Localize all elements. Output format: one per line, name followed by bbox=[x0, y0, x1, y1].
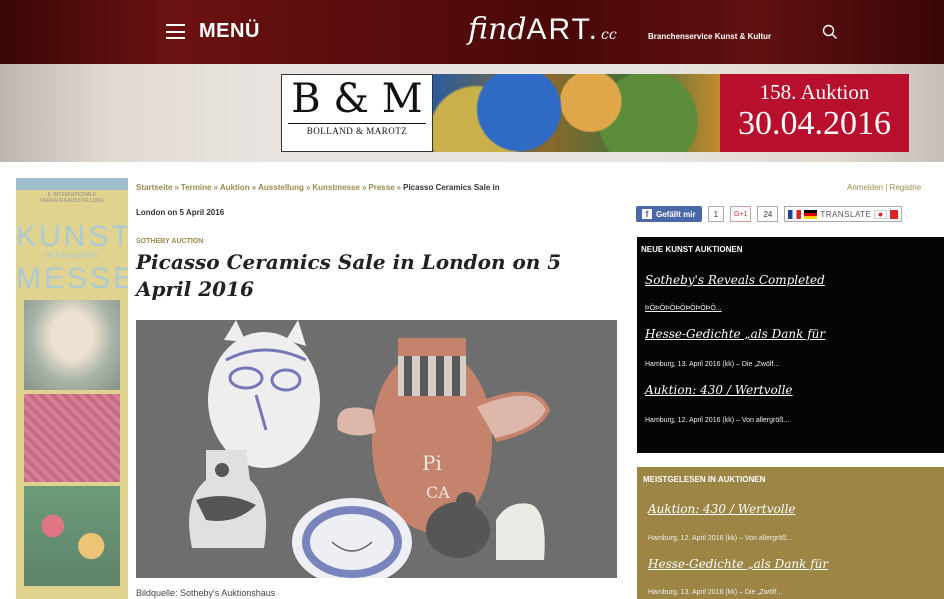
ad-date-panel: 158. Auktion 30.04.2016 bbox=[720, 74, 909, 152]
box1-garbled-link[interactable]: ÞÖÞÖÞÖÞÖÞÖÞÖÞÖ... bbox=[645, 305, 722, 312]
facebook-like-label: Gefällt mir bbox=[656, 209, 696, 219]
french-flag-icon bbox=[788, 209, 802, 219]
top-navigation-bar: MENÜ find ART. cc Branchenservice Kunst … bbox=[0, 0, 944, 64]
breadcrumb-auktion[interactable]: Auktion bbox=[220, 183, 250, 192]
facebook-like-count: 1 bbox=[707, 206, 725, 222]
article-photo: Pi CA bbox=[136, 320, 617, 578]
box1-link-3[interactable]: Auktion: 430 / Wertvolle bbox=[645, 383, 793, 397]
breadcrumb-ausstellung[interactable]: Ausstellung bbox=[258, 183, 304, 192]
menu-button[interactable]: MENÜ bbox=[166, 20, 260, 43]
box1-meta-2: Hamburg, 13. April 2016 (kk) – Die „Zwöl… bbox=[645, 361, 780, 368]
menu-label: MENÜ bbox=[199, 20, 260, 42]
login-link[interactable]: Anmelden bbox=[847, 183, 883, 192]
china-flag-icon bbox=[890, 209, 899, 219]
breadcrumb-separator: » bbox=[213, 183, 218, 192]
box2-meta-2: Hamburg, 13. April 2016 (kk) – Die „Zwöl… bbox=[648, 589, 783, 596]
hamburger-icon bbox=[166, 24, 185, 39]
breadcrumb-termine[interactable]: Termine bbox=[181, 183, 212, 192]
breadcrumb-separator: » bbox=[174, 183, 179, 192]
register-link[interactable]: Registrie bbox=[890, 183, 922, 192]
photo-caption: Bildquelle: Sotheby's Auktionshaus bbox=[136, 588, 276, 598]
breadcrumb-startseite[interactable]: Startseite bbox=[136, 183, 172, 192]
breadcrumb-presse[interactable]: Presse bbox=[368, 183, 394, 192]
box2-link-1[interactable]: Auktion: 430 / Wertvolle bbox=[648, 502, 796, 516]
search-icon[interactable] bbox=[822, 24, 838, 40]
site-tagline: Branchenservice Kunst & Kultur bbox=[648, 32, 772, 41]
breadcrumb-separator: » bbox=[251, 183, 257, 192]
ad-brand-logo: B & M BOLLAND & MAROTZ bbox=[281, 74, 433, 152]
ad-painting-image bbox=[433, 74, 720, 152]
breadcrumb-separator: » bbox=[396, 183, 402, 192]
breadcrumb-separator: » bbox=[305, 183, 311, 192]
most-read-auctions-box: MEISTGELESEN IN AUKTIONEN Auktion: 430 /… bbox=[637, 467, 944, 599]
gplus-count: 24 bbox=[757, 206, 779, 222]
article-category[interactable]: SOTHEBY AUCTION bbox=[136, 238, 203, 245]
ad-brand: B & M bbox=[291, 76, 423, 122]
user-links: Anmelden | Registrie bbox=[847, 183, 921, 192]
picasso-ceramics-image: Pi CA bbox=[136, 320, 617, 578]
sidebar-ad-overlay bbox=[16, 178, 128, 599]
auction-banner-ad[interactable]: B & M BOLLAND & MAROTZ 158. Auktion 30.0… bbox=[281, 74, 909, 152]
translate-widget[interactable]: TRANSLATE bbox=[784, 206, 903, 222]
ad-auction-number: 158. Auktion bbox=[759, 80, 870, 104]
kunstmesse-sidebar-ad[interactable]: 8. INTERNATIONALE VERKAUFSAUSSTELLUNG KU… bbox=[16, 178, 128, 599]
breadcrumb-current: Picasso Ceramics Sale in bbox=[403, 183, 500, 192]
logo-cc-text: cc bbox=[601, 27, 617, 43]
breadcrumb-current-continued: London on 5 April 2016 bbox=[136, 208, 225, 217]
box2-title: MEISTGELESEN IN AUKTIONEN bbox=[643, 475, 766, 484]
box1-meta-3: Hamburg, 12. April 2016 (kk) – Von aller… bbox=[645, 417, 790, 424]
social-share-bar: f Gefällt mir 1 G+1 24 TRANSLATE bbox=[636, 205, 903, 223]
facebook-like-button[interactable]: f Gefällt mir bbox=[636, 206, 702, 222]
article-title: Picasso Ceramics Sale in London on 5 Apr… bbox=[136, 250, 562, 301]
box1-title: NEUE KUNST AUKTIONEN bbox=[641, 245, 743, 254]
gplus-button[interactable]: G+1 bbox=[730, 206, 752, 222]
box1-link-1[interactable]: Sotheby's Reveals Completed bbox=[645, 273, 825, 287]
user-links-divider: | bbox=[885, 183, 888, 192]
logo-find-text: find bbox=[468, 12, 527, 47]
german-flag-icon bbox=[804, 209, 818, 219]
translate-label: TRANSLATE bbox=[820, 209, 872, 219]
breadcrumb-separator: » bbox=[361, 183, 367, 192]
breadcrumb-kunstmesse[interactable]: Kunstmesse bbox=[312, 183, 360, 192]
ad-brand-sub: BOLLAND & MAROTZ bbox=[288, 123, 426, 136]
facebook-icon: f bbox=[642, 209, 652, 219]
site-logo[interactable]: find ART. cc bbox=[468, 12, 617, 47]
new-art-auctions-box: NEUE KUNST AUKTIONEN Sotheby's Reveals C… bbox=[637, 237, 944, 453]
korean-flag-icon bbox=[874, 209, 888, 219]
box2-link-2[interactable]: Hesse-Gedichte „als Dank für bbox=[648, 557, 828, 571]
box1-link-2[interactable]: Hesse-Gedichte „als Dank für bbox=[645, 327, 825, 341]
box2-meta-1: Hamburg, 12. April 2016 (kk) – Von aller… bbox=[648, 535, 793, 542]
logo-art-text: ART. bbox=[526, 13, 600, 46]
ad-auction-date: 30.04.2016 bbox=[738, 105, 891, 142]
breadcrumb: Startseite» Termine» Auktion» Ausstellung» K… bbox=[136, 183, 500, 192]
